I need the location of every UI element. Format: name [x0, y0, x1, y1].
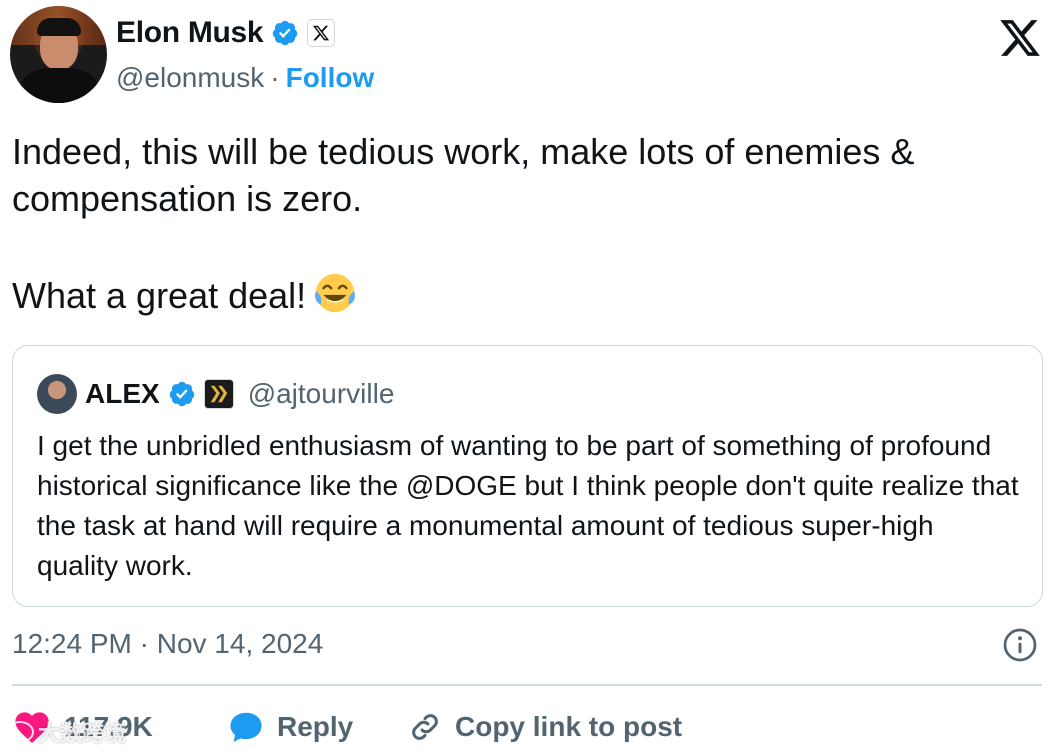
tweet-line: What a great deal! — [12, 275, 307, 316]
tweet-line: compensation is zero. — [12, 178, 363, 219]
link-icon — [412, 714, 438, 740]
author-name[interactable]: Elon Musk — [116, 16, 264, 50]
reply-bubble-icon — [230, 712, 262, 743]
quoted-tweet-text: I get the unbridled enthusiasm of wantin… — [37, 430, 1019, 581]
author-handle[interactable]: @elonmusk — [116, 62, 264, 94]
quoted-author-handle[interactable]: @ajtourville — [248, 378, 395, 410]
affiliate-badge-icon — [203, 379, 234, 409]
info-icon[interactable] — [1002, 627, 1038, 663]
author-handle-row: @elonmusk · Follow — [116, 62, 374, 94]
watermark-logo-icon — [6, 721, 34, 743]
quoted-author-avatar[interactable] — [37, 374, 77, 414]
copy-link-label: Copy link to post — [455, 711, 683, 742]
tweet-header: Elon Musk @elonmusk · Follow — [10, 4, 1060, 104]
reply-label: Reply — [277, 711, 354, 742]
tweet-timestamp[interactable]: 12:24 PM · Nov 14, 2024 — [12, 628, 323, 660]
tweet-line: Indeed, this will be tedious work, make … — [12, 131, 915, 172]
watermark: 大数跨境 — [6, 716, 126, 748]
tears-of-joy-emoji-icon — [315, 273, 356, 313]
separator-dot: · — [270, 62, 280, 93]
author-name-row: Elon Musk — [116, 16, 336, 50]
tweet-body: Indeed, this will be tedious work, make … — [12, 128, 1042, 319]
quoted-tweet-header: ALEX @ajtourville — [37, 374, 394, 414]
author-avatar[interactable] — [10, 6, 107, 103]
x-logo-icon[interactable] — [998, 16, 1042, 60]
watermark-text: 大数跨境 — [38, 721, 127, 746]
tweet-line-with-emoji: What a great deal! — [12, 270, 1042, 319]
quoted-tweet-card[interactable]: ALEX @ajtourville I get the unbridled en… — [12, 345, 1043, 607]
reply-button[interactable]: Reply — [227, 708, 407, 746]
copy-link-button[interactable]: Copy link to post — [407, 709, 682, 745]
verified-badge-icon — [273, 20, 298, 46]
divider — [12, 684, 1042, 686]
follow-button[interactable]: Follow — [286, 62, 375, 94]
verified-badge-icon — [169, 381, 194, 407]
quoted-author-name[interactable]: ALEX — [85, 378, 160, 410]
x-affiliate-badge-icon — [307, 19, 336, 47]
